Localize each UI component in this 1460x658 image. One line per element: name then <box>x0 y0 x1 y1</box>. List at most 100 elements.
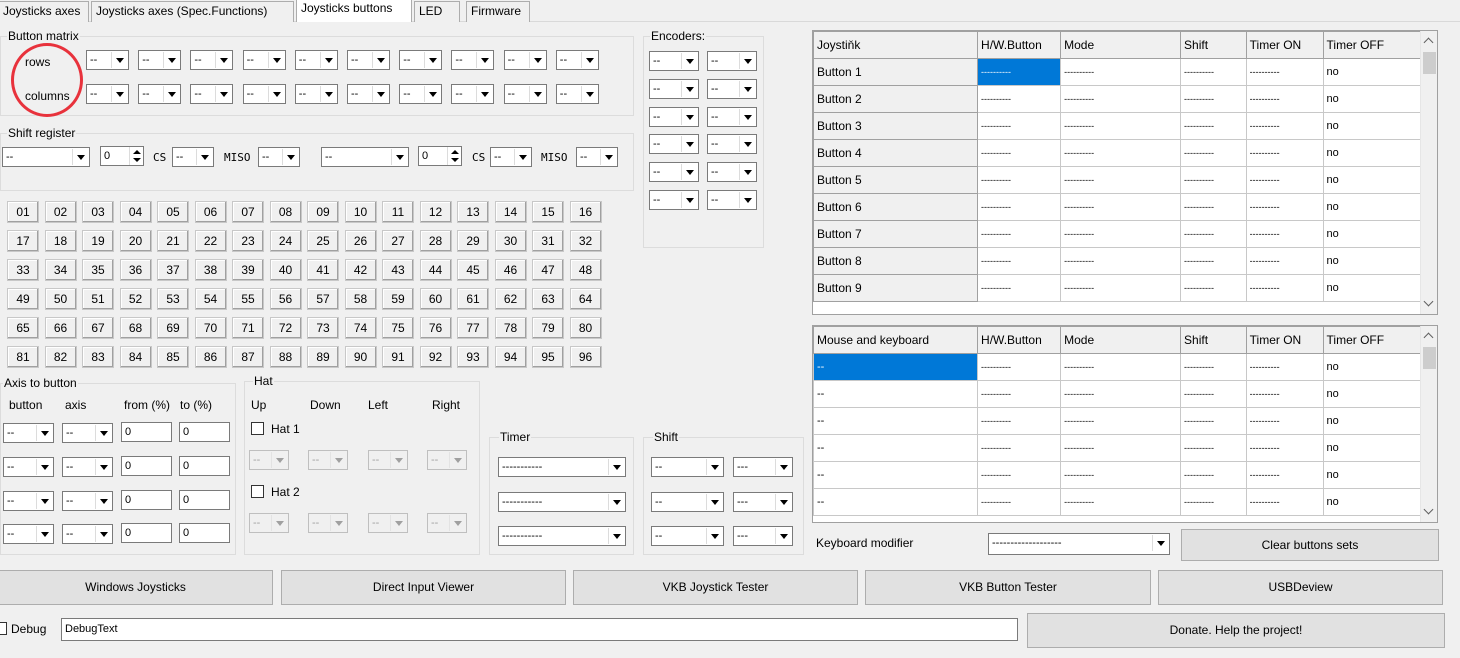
axis-from-input-4[interactable]: 0 <box>121 523 172 544</box>
joystick-cell-3-1[interactable]: ---------- <box>977 139 1062 167</box>
direct-input-viewer-button[interactable]: Direct Input Viewer <box>281 570 566 605</box>
axis-from-input-3[interactable]: 0 <box>121 489 172 510</box>
button-number-03[interactable]: 03 <box>82 201 114 223</box>
button-number-28[interactable]: 28 <box>419 230 452 252</box>
joystick-cell-8-2[interactable]: ---------- <box>1060 274 1182 302</box>
button-number-52[interactable]: 52 <box>119 288 152 310</box>
hat-2-up-select[interactable]: -- <box>249 513 289 533</box>
button-number-54[interactable]: 54 <box>194 288 227 310</box>
shift-select-3-a[interactable]: -- <box>651 526 724 546</box>
windows-joysticks-button[interactable]: Windows Joysticks <box>0 570 273 605</box>
mouse-keyboard-cell-2-0[interactable]: -- <box>813 407 979 435</box>
joystick-cell-5-4[interactable]: ---------- <box>1245 193 1324 221</box>
button-number-39[interactable]: 39 <box>232 259 264 281</box>
encoder-select-1-2[interactable]: -- <box>707 51 757 71</box>
button-number-06[interactable]: 06 <box>194 201 227 223</box>
encoder-select-6-1[interactable]: -- <box>649 190 699 210</box>
button-number-79[interactable]: 79 <box>532 317 564 339</box>
axis-axis-select-1[interactable]: -- <box>62 423 113 443</box>
joystick-cell-1-4[interactable]: ---------- <box>1245 85 1324 113</box>
joystick-cell-1-3[interactable]: ---------- <box>1180 85 1247 113</box>
joystick-cell-1-5[interactable]: no <box>1322 85 1423 113</box>
mouse-keyboard-cell-0-4[interactable]: ---------- <box>1245 353 1324 381</box>
button-number-86[interactable]: 86 <box>194 346 227 368</box>
joystick-cell-6-3[interactable]: ---------- <box>1180 220 1247 248</box>
shift-select-3-b[interactable]: --- <box>733 526 793 546</box>
button-number-81[interactable]: 81 <box>7 346 39 368</box>
joystick-cell-8-3[interactable]: ---------- <box>1180 274 1247 302</box>
button-number-46[interactable]: 46 <box>494 259 527 281</box>
button-number-82[interactable]: 82 <box>44 346 77 368</box>
joystick-cell-0-3[interactable]: ---------- <box>1180 58 1247 86</box>
encoder-select-5-2[interactable]: -- <box>707 162 757 183</box>
button-number-14[interactable]: 14 <box>494 201 527 223</box>
hat-1-checkbox[interactable] <box>251 422 264 435</box>
button-number-61[interactable]: 61 <box>457 288 489 310</box>
button-number-56[interactable]: 56 <box>269 288 302 310</box>
button-number-19[interactable]: 19 <box>82 230 114 252</box>
mouse-keyboard-cell-3-2[interactable]: ---------- <box>1060 434 1182 462</box>
joystick-cell-3-3[interactable]: ---------- <box>1180 139 1247 167</box>
mouse-keyboard-cell-0-0[interactable]: -- <box>813 353 979 381</box>
button-number-01[interactable]: 01 <box>7 201 39 223</box>
shift-register-2-pin-select[interactable]: -- <box>321 147 409 167</box>
button-number-33[interactable]: 33 <box>7 259 39 281</box>
button-number-84[interactable]: 84 <box>119 346 152 368</box>
button-number-12[interactable]: 12 <box>419 201 452 223</box>
axis-from-input-1[interactable]: 0 <box>121 422 172 442</box>
button-number-27[interactable]: 27 <box>382 230 414 252</box>
matrix-column-select-1[interactable]: -- <box>86 84 129 104</box>
matrix-row-select-3[interactable]: -- <box>190 50 234 70</box>
donate-button[interactable]: Donate. Help the project! <box>1027 613 1445 648</box>
encoder-select-3-2[interactable]: -- <box>707 106 757 127</box>
joystick-cell-7-5[interactable]: no <box>1322 247 1423 275</box>
axis-from-input-2[interactable]: 0 <box>121 455 172 476</box>
tab-joysticks-axes-spec[interactable]: Joysticks axes (Spec.Functions) <box>91 1 294 22</box>
button-number-80[interactable]: 80 <box>569 317 602 339</box>
matrix-row-select-1[interactable]: -- <box>86 50 129 70</box>
mouse-keyboard-cell-5-2[interactable]: ---------- <box>1060 488 1182 516</box>
joystick-cell-4-3[interactable]: ---------- <box>1180 166 1247 194</box>
shift-select-2-b[interactable]: --- <box>733 492 793 512</box>
joystick-cell-2-5[interactable]: no <box>1322 112 1423 140</box>
button-number-83[interactable]: 83 <box>82 346 114 368</box>
timer-select-1[interactable]: ----------- <box>498 457 626 477</box>
button-number-30[interactable]: 30 <box>494 230 527 252</box>
axis-button-select-1[interactable]: -- <box>3 423 54 443</box>
joystick-cell-5-5[interactable]: no <box>1322 193 1423 221</box>
button-number-88[interactable]: 88 <box>269 346 302 368</box>
debug-checkbox[interactable] <box>0 622 7 635</box>
matrix-column-select-6[interactable]: -- <box>347 84 390 104</box>
button-number-72[interactable]: 72 <box>269 317 302 339</box>
button-number-53[interactable]: 53 <box>157 288 189 310</box>
button-number-07[interactable]: 07 <box>232 201 264 223</box>
timer-select-2[interactable]: ----------- <box>498 492 626 512</box>
matrix-column-select-10[interactable]: -- <box>555 84 599 104</box>
matrix-column-select-9[interactable]: -- <box>503 84 547 104</box>
shift-select-1-b[interactable]: --- <box>733 457 793 477</box>
axis-to-input-2[interactable]: 0 <box>179 455 230 476</box>
button-number-60[interactable]: 60 <box>419 288 452 310</box>
joystick-cell-0-1[interactable]: ---------- <box>977 58 1062 86</box>
mouse-keyboard-cell-1-0[interactable]: -- <box>813 380 979 408</box>
button-number-08[interactable]: 08 <box>269 201 302 223</box>
button-number-09[interactable]: 09 <box>307 201 339 223</box>
mouse-keyboard-cell-4-2[interactable]: ---------- <box>1060 461 1182 489</box>
shift-register-2-miso-select[interactable]: -- <box>576 147 618 167</box>
button-number-20[interactable]: 20 <box>119 230 152 252</box>
button-number-24[interactable]: 24 <box>269 230 302 252</box>
button-number-48[interactable]: 48 <box>569 259 602 281</box>
button-number-02[interactable]: 02 <box>44 201 77 223</box>
button-number-25[interactable]: 25 <box>307 230 339 252</box>
joystick-cell-8-1[interactable]: ---------- <box>977 274 1062 302</box>
mouse-keyboard-cell-1-1[interactable]: ---------- <box>977 380 1062 408</box>
scroll-thumb[interactable] <box>1423 52 1436 74</box>
mouse-keyboard-cell-1-4[interactable]: ---------- <box>1245 380 1324 408</box>
button-number-89[interactable]: 89 <box>307 346 339 368</box>
joystick-cell-2-1[interactable]: ---------- <box>977 112 1062 140</box>
joystick-cell-7-4[interactable]: ---------- <box>1245 247 1324 275</box>
button-number-18[interactable]: 18 <box>44 230 77 252</box>
button-number-31[interactable]: 31 <box>532 230 564 252</box>
joystick-cell-4-5[interactable]: no <box>1322 166 1423 194</box>
mouse-keyboard-cell-2-5[interactable]: no <box>1322 407 1423 435</box>
